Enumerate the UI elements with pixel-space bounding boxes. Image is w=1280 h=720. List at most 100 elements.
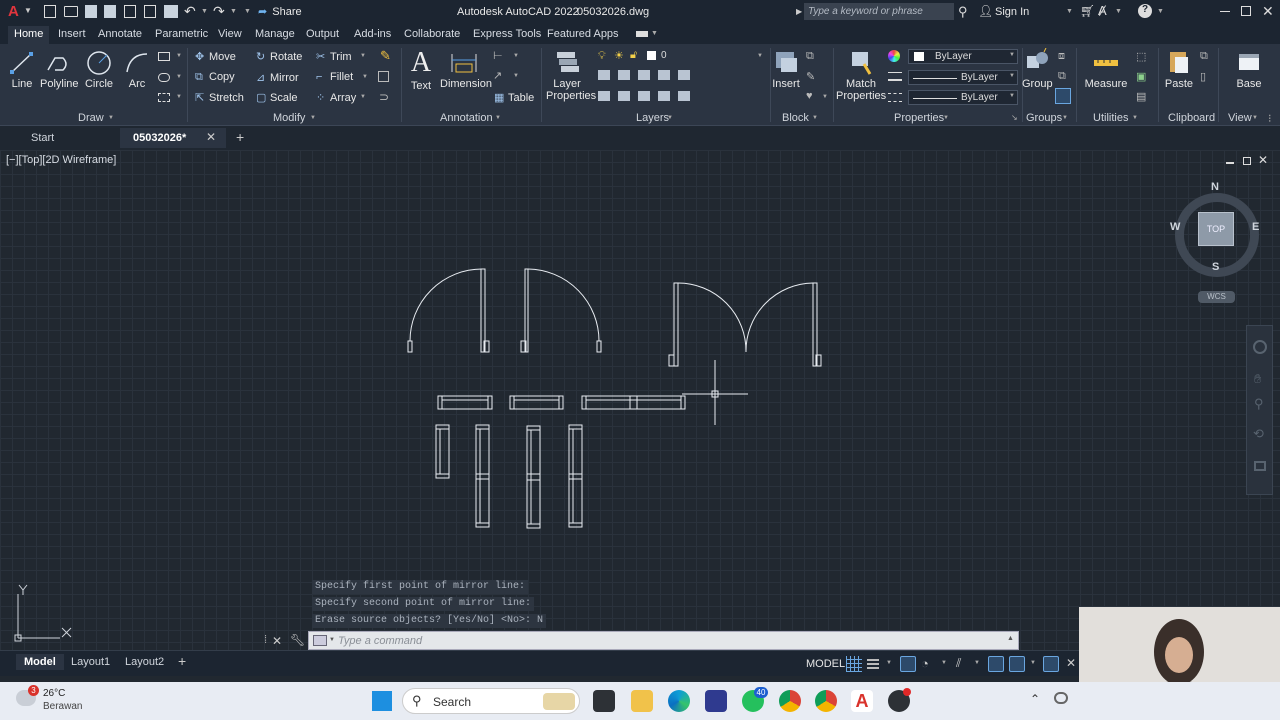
layout-tab-layout2[interactable]: Layout2 [125, 656, 164, 668]
window-symbol[interactable] [581, 395, 686, 410]
model-space-toggle[interactable]: MODEL [806, 658, 845, 670]
tab-view[interactable]: View [218, 28, 242, 40]
signin-button[interactable]: Sign In [995, 6, 1029, 18]
lineweight-dropdown[interactable]: ByLayer [908, 70, 1018, 85]
layer-tools-row2-icon[interactable] [598, 91, 690, 101]
command-input[interactable]: ▼ Type a command ▲ [308, 631, 1019, 650]
new-layout-icon[interactable]: + [178, 653, 186, 669]
tab-featured-apps[interactable]: Featured Apps [547, 28, 619, 40]
group-button[interactable]: Group [1022, 48, 1053, 90]
tab-parametric[interactable]: Parametric [155, 28, 208, 40]
group-edit-icon[interactable]: ⧉ [1058, 70, 1066, 83]
compass-west[interactable]: W [1170, 221, 1180, 233]
layer-dropdown-chevron-icon[interactable]: ▼ [757, 53, 763, 59]
new-tab-icon[interactable]: + [236, 129, 244, 145]
table-button[interactable]: ▦ Table [494, 91, 534, 104]
start-menu-icon[interactable] [372, 691, 392, 711]
compass-south[interactable]: S [1212, 261, 1219, 273]
view-panel-chevron-icon[interactable]: ▼ [1252, 115, 1258, 121]
groups-panel-label[interactable]: Groups [1026, 112, 1062, 124]
autodesk-a360-icon[interactable]: Ⱥ [1098, 3, 1107, 18]
window-symbol[interactable] [509, 395, 564, 410]
tab-annotate[interactable]: Annotate [98, 28, 142, 40]
properties-dialog-launcher-icon[interactable]: ↘ [1011, 113, 1018, 122]
pan-icon[interactable]: ✋︎ [1254, 371, 1261, 387]
signin-chevron-icon[interactable]: ▼ [1066, 8, 1073, 15]
select-all-icon[interactable]: ⬚ [1136, 50, 1146, 63]
polar-tracking-icon[interactable]: ◔ [921, 656, 929, 671]
search-input[interactable]: Type a keyword or phrase [804, 3, 954, 20]
view-panel-label[interactable]: View [1228, 112, 1252, 124]
compass-east[interactable]: E [1252, 221, 1259, 233]
annotation-scale-icon[interactable] [1043, 656, 1059, 672]
annotation-panel-label[interactable]: Annotation [440, 112, 493, 124]
ungroup-icon[interactable]: ⧈ [1058, 50, 1065, 63]
lineweight-icon[interactable] [888, 72, 902, 81]
undo-icon[interactable]: ↶ [184, 3, 196, 20]
lineweight-dropdown-chevron-icon[interactable]: ▼ [1009, 73, 1015, 79]
draw-panel-label[interactable]: Draw [78, 112, 104, 124]
draw-panel-chevron-icon[interactable]: ▼ [108, 115, 114, 121]
layer-dropdown[interactable]: 0 [595, 49, 767, 64]
snap-mode-chevron-icon[interactable]: ▼ [886, 660, 892, 666]
isometric-chevron-icon[interactable]: ▼ [974, 660, 980, 666]
tab-manage[interactable]: Manage [255, 28, 295, 40]
autocad-logo-icon[interactable]: A [8, 3, 19, 20]
layer-properties-button[interactable]: Layer Properties [546, 48, 596, 102]
fillet-button[interactable]: ⌐ Fillet [316, 71, 353, 83]
user-icon[interactable]: 👤︎ [978, 4, 993, 18]
maximize-icon[interactable] [1241, 6, 1251, 16]
groups-panel-chevron-icon[interactable]: ▼ [1062, 115, 1068, 121]
search-expand-icon[interactable]: ▶ [796, 7, 802, 16]
viewcube[interactable]: TOP N S E W [1170, 181, 1261, 277]
rectangle-icon[interactable] [158, 52, 170, 61]
base-button[interactable]: Base [1232, 48, 1266, 90]
edit-block-icon[interactable]: ✎ [806, 70, 815, 83]
rotate-button[interactable]: ↻ Rotate [256, 50, 302, 63]
file-tab-current[interactable]: 05032026* ✕ [120, 128, 226, 148]
annotation-panel-chevron-icon[interactable]: ▼ [495, 115, 501, 121]
snap-mode-icon[interactable] [867, 657, 879, 669]
share-button[interactable]: ➦ Share [258, 5, 302, 18]
weather-condition[interactable]: Berawan [43, 701, 82, 712]
trim-button[interactable]: ✂ Trim [316, 50, 352, 63]
utilities-panel-label[interactable]: Utilities [1093, 112, 1128, 124]
move-button[interactable]: ✥ Move [195, 50, 236, 63]
modify-panel-chevron-icon[interactable]: ▼ [310, 115, 316, 121]
showmotion-icon[interactable] [1254, 461, 1266, 471]
layers-panel-label[interactable]: Layers [636, 112, 669, 124]
color-dropdown-chevron-icon[interactable]: ▼ [1009, 52, 1015, 58]
tab-addins[interactable]: Add-ins [354, 28, 391, 40]
rectangle-chevron-icon[interactable]: ▼ [176, 53, 182, 59]
a360-chevron-icon[interactable]: ▼ [1115, 8, 1122, 15]
window-symbol[interactable] [435, 424, 450, 479]
orbit-icon[interactable]: ⟲ [1253, 426, 1264, 442]
copy-clip-icon[interactable]: ⧉ [1200, 50, 1208, 63]
arc-button[interactable]: Arc [123, 50, 151, 90]
command-customize-icon[interactable]: 🔧︎ [290, 633, 305, 647]
status-more-icon[interactable]: ✕ [1066, 656, 1076, 670]
tab-insert[interactable]: Insert [58, 28, 86, 40]
layer-tools-row1-icon[interactable] [598, 70, 690, 80]
tab-express-tools[interactable]: Express Tools [473, 28, 541, 40]
tray-overflow-icon[interactable]: ⌃ [1030, 692, 1040, 706]
tab-home[interactable]: Home [8, 26, 50, 44]
properties-panel-chevron-icon[interactable]: ▼ [943, 115, 949, 121]
measure-button[interactable]: Measure [1084, 48, 1128, 90]
paste-button[interactable]: Paste [1164, 48, 1194, 90]
object-snap-icon[interactable] [1009, 656, 1025, 672]
line-button[interactable]: Line [8, 50, 36, 90]
trim-chevron-icon[interactable]: ▼ [360, 53, 366, 59]
file-explorer-icon[interactable] [631, 690, 653, 712]
weather-temperature[interactable]: 26°C [43, 688, 65, 699]
edge-browser-icon[interactable] [668, 690, 690, 712]
calculator-icon[interactable]: ▤ [1136, 90, 1146, 103]
circle-button[interactable]: Circle [84, 50, 114, 90]
properties-panel-label[interactable]: Properties [894, 112, 944, 124]
text-button[interactable]: A Text [408, 48, 434, 93]
insert-button[interactable]: Insert [772, 48, 800, 90]
ribbon-overflow-icon[interactable]: ⁝ [1268, 112, 1272, 125]
object-snap-chevron-icon[interactable]: ▼ [1030, 660, 1036, 666]
layout-tab-layout1[interactable]: Layout1 [71, 656, 110, 668]
polar-tracking-chevron-icon[interactable]: ▼ [941, 660, 947, 666]
